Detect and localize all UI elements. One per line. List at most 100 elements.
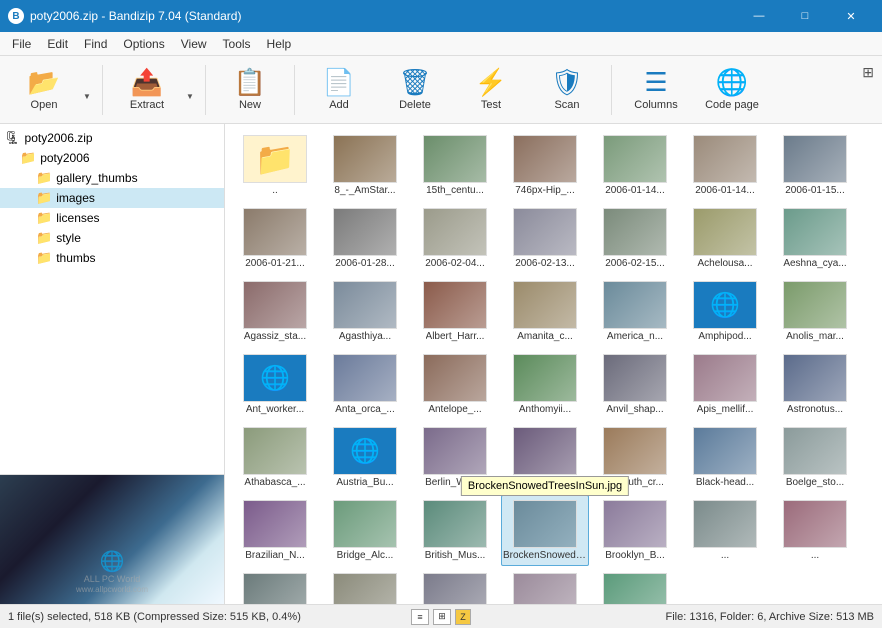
tree-item-thumbs[interactable]: 📁thumbs <box>0 248 224 268</box>
file-item[interactable]: Bill_Thom... <box>501 422 589 493</box>
file-item[interactable]: 2006-01-15... <box>771 130 859 201</box>
toolbar-extract-button[interactable]: 📤Extract <box>111 61 183 119</box>
maximize-button[interactable]: □ <box>782 0 828 32</box>
file-thumbnail <box>783 135 847 183</box>
file-item[interactable]: ... <box>681 495 769 566</box>
file-name: BrockenSnowedTreesInSun.jpg <box>503 550 587 561</box>
tree-icon-gallery_thumbs: 📁 <box>36 170 52 186</box>
tree-icon-zip-root: 🗜 <box>4 130 21 146</box>
file-item[interactable]: 🌐Austria_Bu... <box>321 422 409 493</box>
file-item[interactable]: Anta_orca_... <box>321 349 409 420</box>
menu-item-view[interactable]: View <box>173 35 215 53</box>
file-item[interactable]: 📁.. <box>231 130 319 201</box>
tree-item-licenses[interactable]: 📁licenses <box>0 208 224 228</box>
tree-item-images[interactable]: 📁images <box>0 188 224 208</box>
toolbar: ⊞📂Open▼📤Extract▼📋New📄Add🗑Delete⚡Test🛡Sca… <box>0 56 882 124</box>
file-item[interactable]: Anthomyii... <box>501 349 589 420</box>
close-button[interactable]: ✕ <box>828 0 874 32</box>
file-item[interactable]: America_n... <box>591 276 679 347</box>
file-item[interactable]: 746px-Hip_... <box>501 130 589 201</box>
file-item[interactable]: 2006-01-14... <box>681 130 769 201</box>
file-item[interactable]: 15th_centu... <box>411 130 499 201</box>
file-item[interactable]: Athabasca_... <box>231 422 319 493</box>
file-item[interactable]: Agassiz_sta... <box>231 276 319 347</box>
tree-item-gallery_thumbs[interactable]: 📁gallery_thumbs <box>0 168 224 188</box>
file-item[interactable]: ... <box>771 495 859 566</box>
toolbar-scan-button[interactable]: 🛡Scan <box>531 61 603 119</box>
tree-item-style[interactable]: 📁style <box>0 228 224 248</box>
file-item[interactable]: ... <box>231 568 319 604</box>
toolbar-columns-button[interactable]: ☰Columns <box>620 61 692 119</box>
watermark-globe-icon: 🌐 <box>76 549 148 574</box>
toolbar-add-button[interactable]: 📄Add <box>303 61 375 119</box>
menu-item-help[interactable]: Help <box>259 35 300 53</box>
file-item[interactable]: ... <box>591 568 679 604</box>
toolbar-open-button[interactable]: 📂Open <box>8 61 80 119</box>
file-item[interactable]: Black-head... <box>681 422 769 493</box>
statusbar: 1 file(s) selected, 518 KB (Compressed S… <box>0 604 882 628</box>
extract-dropdown-arrow[interactable]: ▼ <box>183 61 197 119</box>
status-icon-list[interactable]: ≡ <box>411 609 429 625</box>
menu-item-find[interactable]: Find <box>76 35 115 53</box>
file-name: Aeshna_cya... <box>783 258 846 269</box>
file-item[interactable]: Brazilian_N... <box>231 495 319 566</box>
tree-icon-licenses: 📁 <box>36 210 52 226</box>
file-thumbnail <box>513 500 577 548</box>
file-item[interactable]: Boelge_sto... <box>771 422 859 493</box>
file-item[interactable]: ... <box>411 568 499 604</box>
test-icon: ⚡ <box>475 69 507 95</box>
file-item[interactable]: 2006-02-13... <box>501 203 589 274</box>
file-item[interactable]: 8_-_AmStar... <box>321 130 409 201</box>
file-item[interactable]: BrockenSnowedTreesInSun.jpgBrockenSnowed… <box>501 495 589 566</box>
file-name: Bismuth_cr... <box>606 477 664 488</box>
toolbar-delete-button[interactable]: 🗑Delete <box>379 61 451 119</box>
file-thumbnail <box>783 281 847 329</box>
toolbar-test-button[interactable]: ⚡Test <box>455 61 527 119</box>
file-item[interactable]: British_Mus... <box>411 495 499 566</box>
file-item[interactable]: Apis_mellif... <box>681 349 769 420</box>
file-thumbnail <box>333 281 397 329</box>
file-item[interactable]: 2006-01-21... <box>231 203 319 274</box>
file-thumbnail <box>243 500 307 548</box>
file-thumbnail <box>603 573 667 604</box>
file-item[interactable]: Anvil_shap... <box>591 349 679 420</box>
file-item[interactable]: 🌐Ant_worker... <box>231 349 319 420</box>
file-item[interactable]: Achelоusa... <box>681 203 769 274</box>
tree-item-zip-root[interactable]: 🗜poty2006.zip <box>0 128 224 148</box>
minimize-button[interactable]: — <box>736 0 782 32</box>
file-item[interactable]: Bismuth_cr... <box>591 422 679 493</box>
menu-item-tools[interactable]: Tools <box>215 35 259 53</box>
file-item[interactable]: Antelope_... <box>411 349 499 420</box>
menu-item-file[interactable]: File <box>4 35 39 53</box>
file-item[interactable]: Agasthiya... <box>321 276 409 347</box>
file-thumbnail <box>423 500 487 548</box>
open-dropdown-arrow[interactable]: ▼ <box>80 61 94 119</box>
file-item[interactable]: Aeshna_cya... <box>771 203 859 274</box>
toolbar-codepage-button[interactable]: 🌐Code page <box>696 61 768 119</box>
file-item[interactable]: ... <box>501 568 589 604</box>
file-item[interactable]: 2006-02-04... <box>411 203 499 274</box>
menu-item-edit[interactable]: Edit <box>39 35 76 53</box>
file-thumbnail <box>333 573 397 604</box>
file-item[interactable]: Amanita_c... <box>501 276 589 347</box>
file-item[interactable]: Brooklyn_B... <box>591 495 679 566</box>
file-item[interactable]: ... <box>321 568 409 604</box>
file-content-area[interactable]: 📁..8_-_AmStar...15th_centu... 746px-Hip_.… <box>225 124 882 604</box>
file-name: 746px-Hip_... <box>515 185 574 196</box>
file-item[interactable]: Berlin_Worl... <box>411 422 499 493</box>
file-item[interactable]: Albert_Harr... <box>411 276 499 347</box>
status-icon-grid[interactable]: ⊞ <box>433 609 451 625</box>
toolbar-new-button[interactable]: 📋New <box>214 61 286 119</box>
file-item[interactable]: 2006-01-14... <box>591 130 679 201</box>
file-item[interactable]: 2006-01-28... <box>321 203 409 274</box>
file-item[interactable]: 🌐Amphipod... <box>681 276 769 347</box>
menu-item-options[interactable]: Options <box>115 35 172 53</box>
file-item[interactable]: Anolis_mar... <box>771 276 859 347</box>
file-item[interactable]: 2006-02-15... <box>591 203 679 274</box>
tree-item-poty2006[interactable]: 📁poty2006 <box>0 148 224 168</box>
toolbar-grid-icon[interactable]: ⊞ <box>862 64 874 81</box>
file-thumbnail <box>693 500 757 548</box>
file-item[interactable]: Astronotus... <box>771 349 859 420</box>
file-item[interactable]: Bridge_Alc... <box>321 495 409 566</box>
file-thumbnail <box>243 208 307 256</box>
